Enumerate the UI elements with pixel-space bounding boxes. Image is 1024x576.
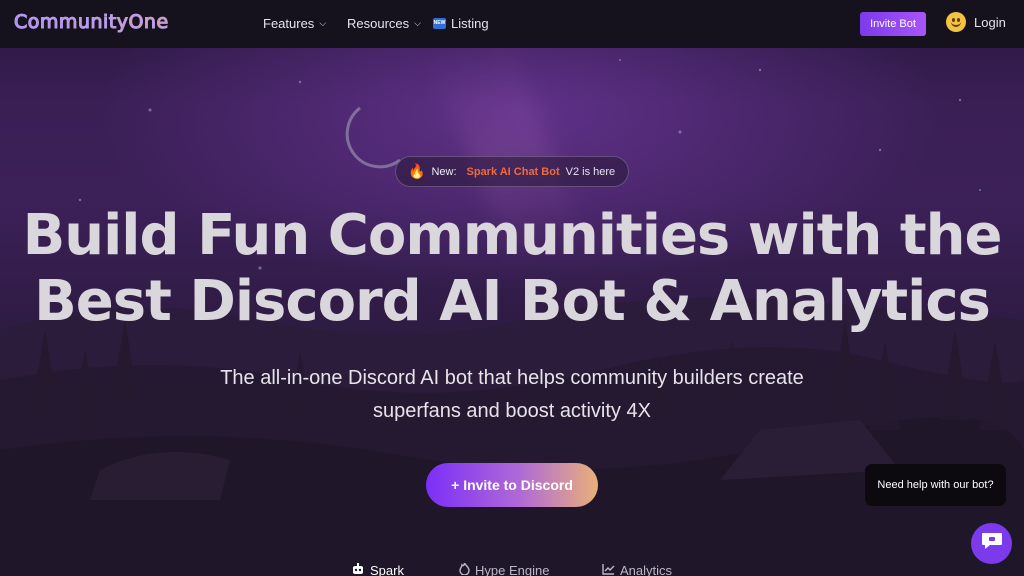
nav-listing-label: Listing: [451, 16, 489, 31]
smiley-avatar-icon: [946, 12, 966, 32]
fire-icon: 🔥: [408, 163, 426, 179]
tab-spark-label: Spark: [370, 563, 404, 576]
robot-icon: [351, 563, 365, 576]
announcement-pill[interactable]: 🔥 New: Spark AI Chat Bot V2 is here: [395, 156, 629, 187]
flame-icon: [459, 560, 470, 576]
hero-subheading: The all-in-one Discord AI bot that helps…: [162, 362, 862, 428]
headline-line-1: Build Fun Communities with the: [22, 203, 1003, 268]
announcement-link[interactable]: Spark AI Chat Bot: [467, 166, 560, 178]
invite-bot-button[interactable]: Invite Bot: [860, 12, 926, 36]
login-button[interactable]: Login: [946, 12, 1006, 32]
brand-logo[interactable]: CommunityOne: [14, 11, 169, 34]
nav-features-label: Features: [263, 16, 315, 31]
login-label: Login: [974, 14, 1006, 30]
nav-features-menu[interactable]: Features ⌵: [263, 16, 326, 31]
chevron-down-icon: ⌵: [414, 18, 421, 28]
chat-launcher-button[interactable]: [971, 523, 1012, 564]
tab-hype-engine[interactable]: Hype Engine: [459, 560, 550, 576]
tab-analytics[interactable]: Analytics: [602, 563, 672, 576]
new-badge-icon: NEW: [433, 18, 446, 29]
tab-analytics-label: Analytics: [620, 563, 673, 576]
chevron-down-icon: ⌵: [319, 18, 327, 28]
nav-resources-label: Resources: [347, 16, 410, 31]
nav-resources-menu[interactable]: Resources ⌵: [347, 16, 421, 31]
tab-spark[interactable]: Spark: [351, 563, 404, 576]
nav-listing-link[interactable]: NEW Listing: [433, 16, 489, 31]
subhead-line-1: The all-in-one Discord AI bot that helps…: [220, 367, 804, 389]
announcement-new-label: New:: [431, 165, 457, 178]
announcement-rest: V2 is here: [565, 165, 616, 178]
subhead-line-2: superfans and boost activity 4X: [373, 400, 651, 422]
product-tabs: Spark Hype Engine Analytics: [0, 560, 1024, 576]
invite-to-discord-button[interactable]: + Invite to Discord: [426, 463, 598, 507]
chat-icon: [981, 532, 1003, 555]
hero-headline: Build Fun Communities with the Best Disc…: [0, 203, 1024, 335]
headline-line-2: Best Discord AI Bot & Analytics: [34, 269, 991, 334]
top-navbar: CommunityOne Features ⌵ Resources ⌵ NEW …: [0, 0, 1024, 48]
chart-line-icon: [602, 563, 615, 576]
chat-help-bubble[interactable]: Need help with our bot?: [865, 464, 1006, 506]
tab-hype-engine-label: Hype Engine: [475, 563, 550, 576]
